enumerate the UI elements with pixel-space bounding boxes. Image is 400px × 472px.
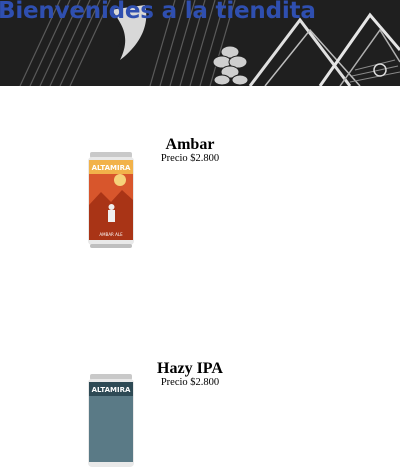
- header-banner: Bienvenides a la tiendita: [0, 0, 400, 86]
- svg-text:ALTAMIRA: ALTAMIRA: [92, 164, 131, 172]
- product-price: Precio $2.800: [160, 377, 220, 388]
- product-name: Ambar: [165, 136, 215, 153]
- svg-text:ALTAMIRA: ALTAMIRA: [92, 386, 131, 394]
- beer-can-hazy-ipa-icon[interactable]: ALTAMIRA: [86, 372, 136, 472]
- product-name: Hazy IPA: [157, 360, 223, 377]
- product-price: Precio $2.800: [160, 153, 220, 164]
- svg-text:AMBAR ALE: AMBAR ALE: [99, 232, 123, 237]
- beer-can-ambar-icon[interactable]: ALTAMIRA AMBAR ALE: [86, 150, 136, 250]
- page-title: Bienvenides a la tiendita: [0, 0, 316, 24]
